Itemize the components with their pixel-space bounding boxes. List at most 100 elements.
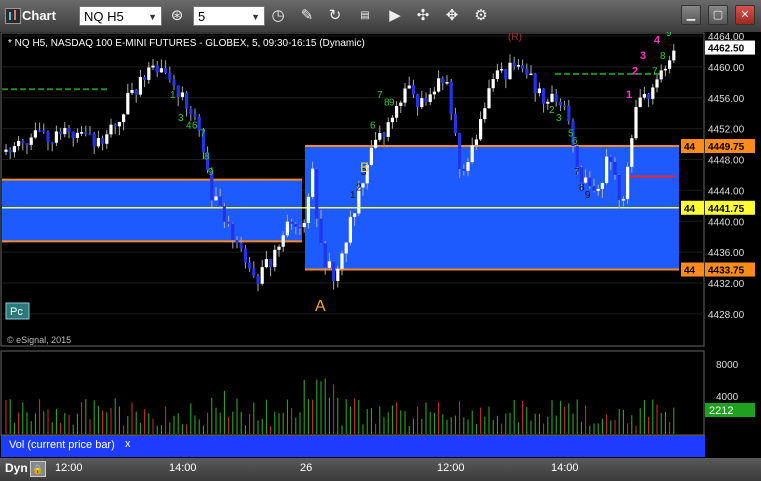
count-label-black: 7: [574, 167, 580, 178]
price-tag-left-label: 44: [684, 142, 696, 153]
price-axis-label: 4452.00: [708, 125, 745, 136]
candle-down: [441, 78, 445, 83]
candle-down: [533, 73, 537, 94]
time-label-0: 12:00: [55, 462, 83, 474]
candle-up: [672, 50, 676, 61]
candle-up: [399, 102, 403, 106]
play-icon[interactable]: ▶: [385, 6, 405, 26]
candle-up: [634, 107, 638, 139]
dyn-label[interactable]: Dyn: [5, 461, 28, 475]
pencil-icon[interactable]: ✎: [297, 6, 317, 26]
candle-up: [29, 137, 33, 145]
close-button[interactable]: ✕: [735, 5, 755, 25]
price-axis-label: 4428.00: [708, 310, 745, 321]
chart-app-icon: [5, 8, 21, 24]
time-label-3: 12:00: [437, 462, 465, 474]
candle-down: [554, 93, 558, 103]
volume-current: 2212: [709, 405, 733, 417]
candle-up: [663, 68, 667, 71]
candle-up: [281, 235, 285, 247]
candle-up: [340, 253, 344, 269]
chart-area[interactable]: 13467897896235678912345123789 * NQ H5, N…: [0, 32, 761, 458]
gear-icon[interactable]: ⚙: [471, 6, 491, 26]
candle-up: [17, 140, 21, 147]
cross-arrows-icon[interactable]: ✥: [442, 6, 462, 26]
candle-up: [432, 91, 436, 95]
candle-up: [306, 196, 310, 223]
candle-up: [386, 122, 390, 137]
count-label-green: 7: [200, 128, 206, 139]
candle-up: [479, 119, 483, 140]
candle-up: [75, 132, 79, 138]
candle-down: [227, 221, 231, 224]
candle-down: [235, 240, 239, 243]
candle-up: [420, 98, 424, 108]
chevron-down-icon: ▼: [251, 12, 260, 22]
candle-up: [260, 267, 264, 284]
status-bar: Dyn 🔒 12:00 14:00 26 12:00 14:00: [0, 458, 761, 481]
symbol-select[interactable]: NQ H5 ▼: [79, 6, 162, 26]
candle-up: [353, 213, 357, 217]
count-label-magenta: 4: [654, 35, 661, 47]
candle-down: [101, 138, 105, 144]
minimize-button[interactable]: ▁: [681, 5, 701, 25]
candle-up: [147, 67, 151, 80]
candle-up: [508, 62, 512, 80]
candle-up: [495, 70, 499, 80]
time-label-1: 14:00: [169, 462, 197, 474]
cycle-icon[interactable]: ↻: [325, 6, 345, 26]
clock-icon[interactable]: ◷: [268, 6, 288, 26]
candle-down: [231, 223, 235, 241]
pc-label: Pc: [10, 306, 23, 318]
price-tag-label: 4441.75: [708, 204, 745, 215]
window-titlebar: Chart NQ H5 ▼ ⊛ 5 ▼ ◷ ✎ ↻ ▤ ▶ ✣ ✥ ⚙ ▁ ▢ …: [0, 0, 761, 33]
volume-close-icon[interactable]: x: [125, 438, 131, 450]
candle-down: [164, 68, 168, 73]
candle-up: [483, 108, 487, 120]
zone-left: [2, 179, 302, 242]
candle-down: [453, 114, 457, 134]
count-label-green: 6: [370, 121, 376, 132]
candle-up: [546, 101, 550, 104]
candle-up: [117, 121, 121, 127]
candle-up: [500, 69, 504, 71]
tools-icon[interactable]: ✣: [413, 6, 433, 26]
candle-up: [344, 242, 348, 254]
candle-up: [126, 92, 130, 115]
candle-down: [168, 72, 172, 80]
candle-down: [218, 196, 222, 207]
candle-up: [285, 221, 289, 236]
candle-up: [369, 147, 373, 166]
candle-down: [504, 69, 508, 80]
candle-up: [264, 259, 268, 268]
candle-up: [105, 134, 109, 144]
candle-up: [180, 92, 184, 97]
count-label-black: 2: [356, 182, 362, 193]
interval-select[interactable]: 5 ▼: [193, 6, 265, 26]
news-icon[interactable]: ▤: [355, 6, 375, 26]
symbol-value: NQ H5: [84, 9, 124, 24]
candle-up: [361, 183, 365, 188]
candle-up: [378, 132, 382, 140]
candle-up: [130, 90, 134, 93]
count-label-green: 9: [666, 32, 672, 39]
candle-down: [647, 94, 651, 99]
count-label-green: 6: [572, 136, 578, 147]
volume-legend[interactable]: Vol (current price bar) x: [1, 435, 705, 457]
target-icon[interactable]: ⊛: [167, 6, 187, 26]
candle-down: [462, 168, 466, 171]
candle-up: [466, 162, 470, 171]
maximize-button[interactable]: ▢: [708, 5, 728, 25]
candle-up: [109, 124, 113, 135]
candle-up: [348, 216, 352, 243]
candle-up: [437, 78, 441, 92]
candle-up: [529, 73, 533, 76]
candle-up: [214, 196, 218, 201]
chevron-down-icon: ▼: [148, 12, 157, 22]
candle-up: [374, 139, 378, 148]
candle-down: [575, 146, 579, 168]
candle-down: [298, 226, 302, 229]
candle-down: [8, 149, 12, 153]
top-marker: (R): [508, 32, 522, 43]
lock-icon[interactable]: 🔒: [30, 461, 46, 477]
